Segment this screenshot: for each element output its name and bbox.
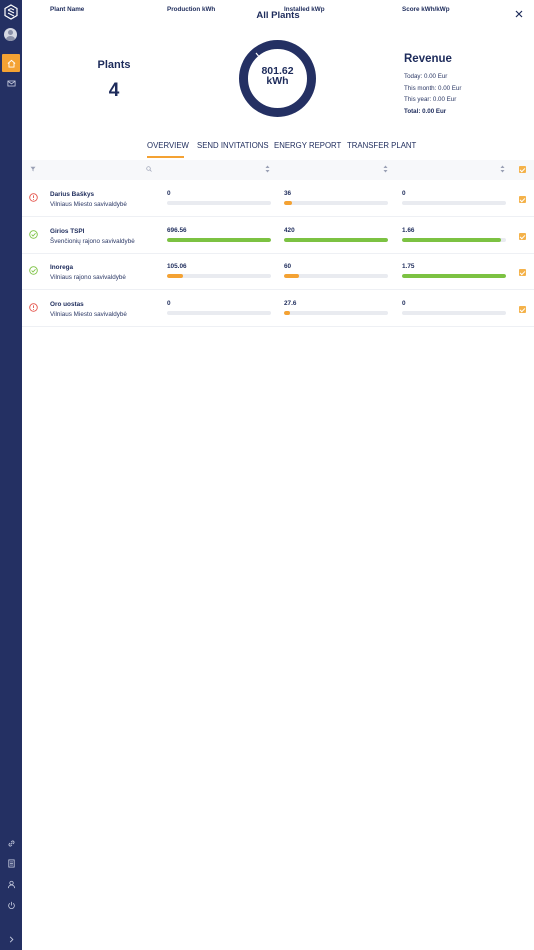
score-value: 0 — [402, 190, 406, 197]
revenue-month: This month: 0.00 Eur — [404, 85, 462, 92]
score-value: 0 — [402, 300, 406, 307]
status-error-icon — [29, 303, 38, 312]
plant-location: Vilniaus rajono savivaldybė — [50, 274, 126, 281]
sidebar-item-user[interactable] — [0, 875, 22, 893]
column-plant-name[interactable]: Plant Name — [50, 6, 84, 13]
production-bar-fill — [167, 274, 183, 278]
sort-icon[interactable] — [383, 165, 388, 173]
production-value: 696.56 — [167, 227, 187, 234]
score-value: 1.66 — [402, 227, 415, 234]
revenue-total: Total: 0.00 Eur — [404, 108, 447, 115]
installed-bar-fill — [284, 238, 388, 242]
sidebar-item-document[interactable] — [0, 854, 22, 872]
installed-value: 36 — [284, 190, 292, 197]
close-icon[interactable] — [514, 9, 524, 19]
link-icon — [8, 840, 14, 846]
sort-icon[interactable] — [265, 165, 270, 173]
status-ok-icon — [29, 266, 38, 275]
revenue-title: Revenue — [404, 53, 452, 65]
score-bar — [402, 238, 506, 242]
chevron-right-icon — [9, 935, 13, 943]
installed-bar — [284, 311, 388, 315]
production-bar — [167, 201, 271, 205]
installed-bar-fill — [284, 201, 293, 205]
plant-name[interactable]: Oro uostas — [50, 301, 84, 308]
revenue-today: Today: 0.00 Eur — [404, 73, 448, 80]
sidebar — [0, 0, 22, 950]
filter-icon[interactable] — [30, 166, 36, 172]
revenue-year: This year: 0.00 Eur — [404, 96, 457, 103]
select-all-checkbox[interactable] — [519, 166, 526, 173]
active-tab-indicator — [147, 156, 184, 158]
sidebar-item-link[interactable] — [0, 834, 22, 852]
production-bar-fill — [167, 238, 271, 242]
status-error-icon — [29, 193, 38, 202]
sidebar-expand-button[interactable] — [0, 930, 22, 948]
score-bar — [402, 311, 506, 315]
logo-icon[interactable] — [4, 4, 18, 20]
tab-overview[interactable]: OVERVIEW — [147, 141, 189, 150]
column-production[interactable]: Production kWh — [167, 6, 215, 13]
installed-bar-fill — [284, 311, 291, 315]
installed-bar — [284, 201, 388, 205]
table-row[interactable]: Girios TSPI Švenčionių rajono savivaldybė… — [22, 218, 534, 254]
plants-label: Plants — [97, 59, 131, 71]
row-checkbox[interactable] — [519, 196, 526, 203]
plant-name[interactable]: Inorega — [50, 264, 73, 271]
installed-value: 27.6 — [284, 300, 297, 307]
mail-icon — [6, 80, 16, 86]
search-icon[interactable] — [146, 166, 152, 172]
document-icon — [7, 858, 15, 868]
avatar[interactable] — [4, 28, 17, 41]
plant-location: Švenčionių rajono savivaldybė — [50, 238, 135, 245]
installed-bar — [284, 238, 388, 242]
row-checkbox[interactable] — [519, 233, 526, 240]
score-value: 1.75 — [402, 263, 415, 270]
production-bar — [167, 274, 271, 278]
score-bar — [402, 274, 506, 278]
tab-transfer-plant[interactable]: TRANSFER PLANT — [347, 141, 416, 150]
energy-unit: kWh — [266, 75, 289, 87]
plants-count: 4 — [108, 80, 120, 101]
table-header — [22, 160, 534, 180]
production-value: 0 — [167, 300, 171, 307]
production-value: 105.06 — [167, 263, 187, 270]
installed-bar-fill — [284, 274, 299, 278]
installed-value: 60 — [284, 263, 292, 270]
power-icon — [7, 901, 15, 909]
row-checkbox[interactable] — [519, 306, 526, 313]
table-row[interactable]: Darius Baškys Vilniaus Miesto savivaldybė… — [22, 181, 534, 217]
page-title: All Plants — [256, 10, 300, 21]
energy-total: 801.62 kWh — [238, 66, 317, 87]
table-row[interactable]: Inorega Vilniaus rajono savivaldybė 105.06… — [22, 254, 534, 290]
production-value: 0 — [167, 190, 171, 197]
sort-icon[interactable] — [500, 165, 505, 173]
table-row[interactable]: Oro uostas Vilniaus Miesto savivaldybė 0 27… — [22, 291, 534, 327]
installed-value: 420 — [284, 227, 295, 234]
sidebar-item-mail[interactable] — [0, 74, 22, 92]
tab-send-invitations[interactable]: SEND INVITATIONS — [197, 141, 269, 150]
plant-name[interactable]: Girios TSPI — [50, 228, 84, 235]
row-checkbox[interactable] — [519, 269, 526, 276]
production-bar — [167, 311, 271, 315]
user-icon — [7, 880, 15, 888]
plant-name[interactable]: Darius Baškys — [50, 191, 94, 198]
score-bar-fill — [402, 238, 501, 242]
score-bar — [402, 201, 506, 205]
home-icon — [7, 59, 15, 68]
column-score[interactable]: Score kWh/kWp — [402, 6, 450, 13]
installed-bar — [284, 274, 388, 278]
column-installed[interactable]: Installed kWp — [284, 6, 325, 13]
status-ok-icon — [29, 230, 38, 239]
tab-energy-report[interactable]: ENERGY REPORT — [274, 141, 341, 150]
plant-location: Vilniaus Miesto savivaldybė — [50, 201, 127, 208]
score-bar-fill — [402, 274, 506, 278]
production-bar — [167, 238, 271, 242]
sidebar-item-home[interactable] — [2, 54, 20, 72]
plant-location: Vilniaus Miesto savivaldybė — [50, 311, 127, 318]
sidebar-item-logout[interactable] — [0, 896, 22, 914]
